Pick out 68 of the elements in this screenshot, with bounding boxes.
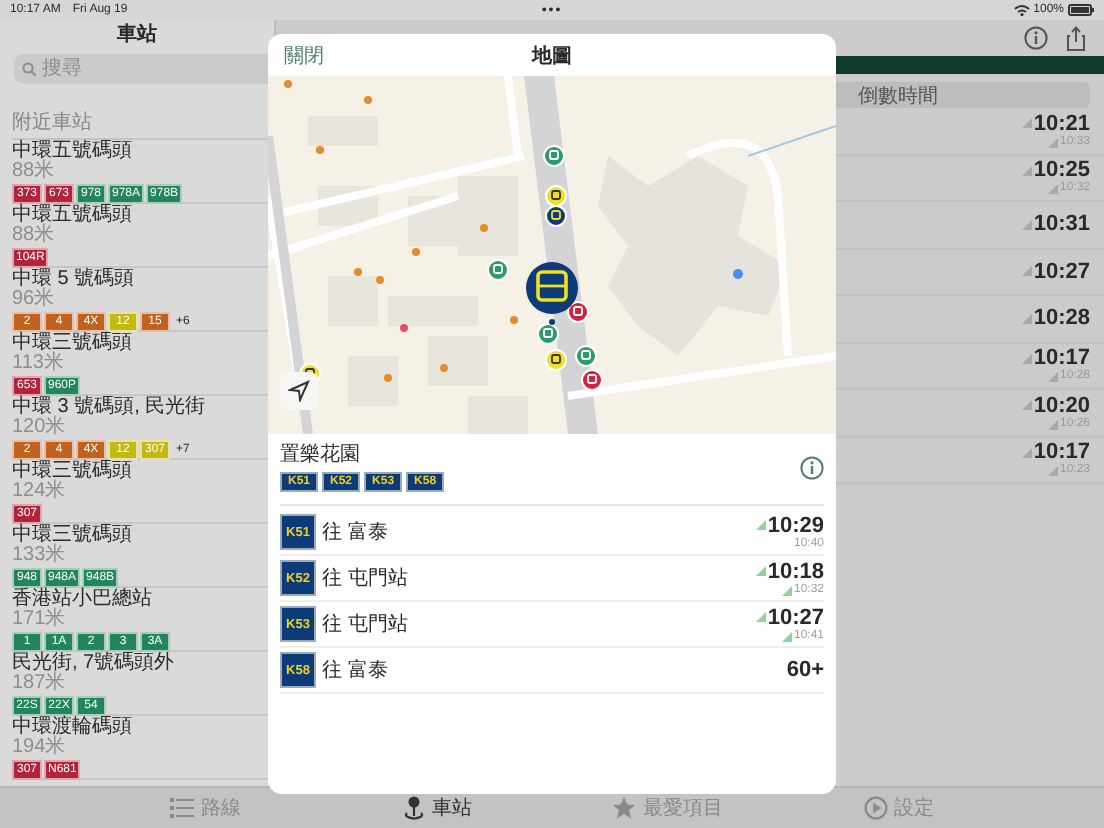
pin-icon	[401, 796, 426, 820]
stop-distance: 88米	[12, 226, 57, 246]
arrival-time: 10:31	[1033, 212, 1090, 237]
countdown-segment[interactable]: 倒數時間	[858, 81, 938, 109]
close-button[interactable]: 關閉	[284, 41, 324, 69]
stop-name: 置樂花園	[280, 444, 362, 468]
live-signal-icon	[1047, 419, 1058, 430]
stop-name[interactable]: 中環 5 號碼頭	[12, 268, 274, 290]
stop-name[interactable]: 中環三號碼頭	[12, 460, 274, 482]
wifi-icon	[1013, 4, 1030, 16]
sidebar-title: 車站	[115, 21, 159, 50]
arrival-time: 10:17	[1033, 346, 1090, 371]
arrival-time: 10:29	[767, 513, 824, 537]
list-icon	[170, 796, 195, 820]
star-icon	[612, 796, 637, 820]
play-circle-icon	[863, 796, 888, 820]
info-icon[interactable]	[800, 456, 824, 480]
stop-name[interactable]: 民光街, 7號碼頭外	[12, 652, 274, 674]
tab-button[interactable]: 車站	[321, 788, 552, 828]
arrival-time: 10:17	[1033, 440, 1090, 465]
share-icon[interactable]	[1066, 25, 1086, 51]
live-signal-icon	[1021, 219, 1032, 230]
search-field[interactable]: 搜尋	[14, 54, 274, 84]
stop-name[interactable]: 中環五號碼頭	[12, 140, 274, 162]
battery-icon	[1068, 4, 1094, 16]
stop-name[interactable]: 中環渡輪碼頭	[12, 716, 274, 738]
destination: 往 富泰	[322, 657, 388, 684]
destination: 往 屯門站	[322, 565, 408, 592]
stop-name[interactable]: 中環 3 號碼頭, 民光街	[12, 396, 274, 418]
live-signal-icon	[1047, 137, 1058, 148]
stop-name[interactable]: 中環五號碼頭	[12, 204, 274, 226]
arrival-time: 10:20	[1033, 393, 1090, 418]
live-signal-icon	[1021, 165, 1032, 176]
stop-distance: 124米	[12, 482, 68, 502]
stop-distance: 194米	[12, 738, 68, 758]
live-signal-icon	[1021, 400, 1032, 411]
arrival-time: 10:18	[767, 559, 824, 583]
stop-name[interactable]: 香港站小巴總站	[12, 588, 274, 610]
arrival-time: 10:27	[1033, 259, 1090, 284]
destination: 往 富泰	[322, 519, 388, 546]
stop-distance: 96米	[12, 290, 57, 310]
stop-distance: 133米	[12, 546, 68, 566]
sheet-title: 地圖	[532, 43, 572, 69]
live-signal-icon	[1021, 353, 1032, 364]
arrival-time: 10:21	[1033, 111, 1090, 136]
location-arrow-icon	[288, 380, 310, 402]
stop-name[interactable]: 中環三號碼頭	[12, 332, 274, 354]
stop-distance: 88米	[12, 162, 57, 182]
live-signal-icon	[1021, 118, 1032, 129]
stop-distance: 171米	[12, 610, 68, 630]
live-signal-icon	[1021, 313, 1032, 324]
destination: 往 屯門站	[322, 611, 408, 638]
stop-distance: 120米	[12, 418, 68, 438]
arrival-time: 10:27	[767, 605, 824, 629]
stop-distance: 113米	[12, 354, 66, 374]
stop-distance: 187米	[12, 674, 68, 694]
live-signal-icon	[1047, 184, 1058, 195]
live-signal-icon	[1047, 372, 1058, 383]
arrival-time: 60+	[786, 658, 824, 682]
live-signal-icon	[1021, 447, 1032, 458]
info-icon[interactable]	[1024, 26, 1048, 50]
stop-name[interactable]: 中環三號碼頭	[12, 524, 274, 546]
locate-button[interactable]	[280, 372, 318, 410]
arrival-time: 10:28	[1033, 306, 1090, 331]
live-signal-icon	[1021, 266, 1032, 277]
arrival-time: 10:25	[1033, 158, 1090, 183]
search-icon	[22, 62, 36, 76]
live-signal-icon	[1047, 466, 1058, 477]
